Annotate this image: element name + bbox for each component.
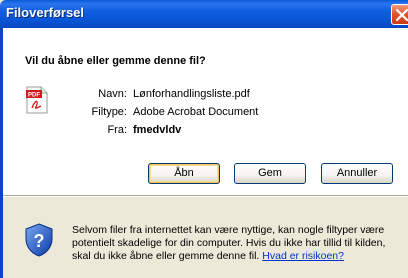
title-bar[interactable]: Filoverførsel (0, 0, 408, 28)
window-title: Filoverførsel (6, 5, 85, 20)
file-type-label: Filtype: (91, 106, 127, 118)
close-icon (396, 9, 408, 21)
pdf-icon: PDF (26, 86, 48, 114)
file-type-value: Adobe Acrobat Document (133, 106, 259, 118)
save-button-label: Gem (258, 167, 282, 179)
dialog-question: Vil du åbne eller gemme denne fil? (25, 55, 206, 67)
file-download-dialog: Filoverførsel Vil du åbne eller gemme de… (0, 0, 408, 278)
svg-text:?: ? (34, 231, 45, 251)
pdf-icon-label: PDF (28, 93, 40, 99)
file-source-label: Fra: (107, 124, 127, 136)
file-name-value: Lønforhandlingsliste.pdf (133, 88, 250, 100)
close-button[interactable] (391, 4, 408, 25)
shield-question-icon: ? (25, 223, 53, 257)
save-button[interactable]: Gem (234, 163, 306, 184)
risk-info-link[interactable]: Hvad er risikoen? (262, 250, 344, 262)
file-source-value: fmedvldv (133, 124, 182, 136)
security-warning: Selvom filer fra internettet kan være ny… (72, 224, 402, 263)
section-divider (3, 195, 408, 197)
open-button-label: Åbn (174, 167, 194, 179)
cancel-button-label: Annuller (336, 167, 378, 179)
open-button[interactable]: Åbn (148, 163, 220, 184)
file-name-label: Navn: (98, 88, 127, 100)
cancel-button[interactable]: Annuller (321, 163, 393, 184)
